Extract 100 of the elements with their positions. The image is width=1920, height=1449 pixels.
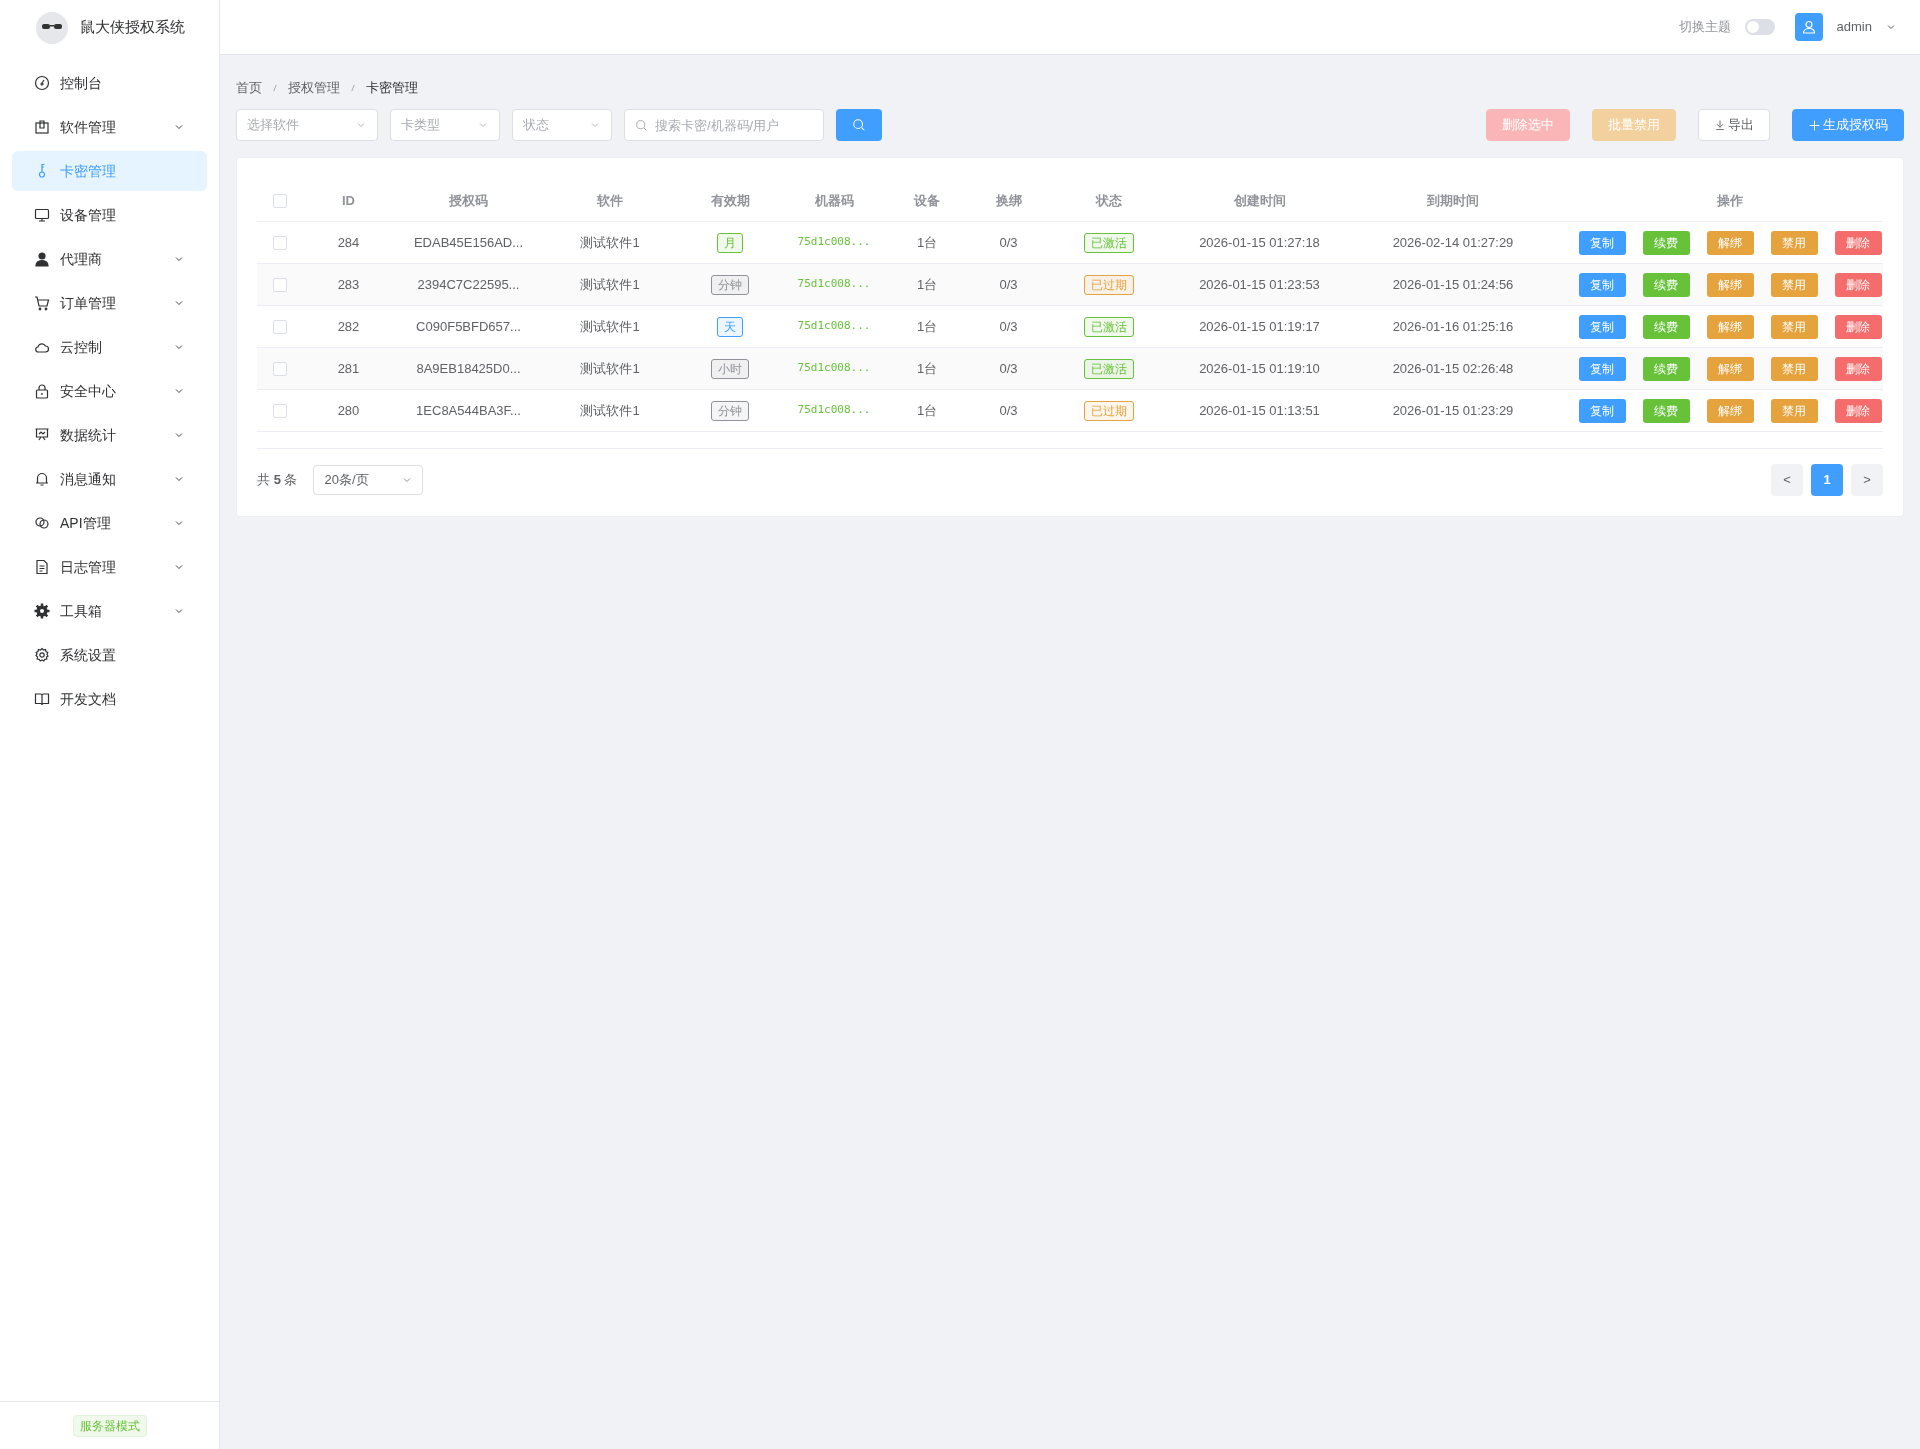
column-header: 操作: [1717, 191, 1743, 210]
status-tag: 已激活: [1083, 316, 1134, 337]
breadcrumb-link[interactable]: 首页: [236, 78, 262, 98]
row-action-button[interactable]: 续费: [1642, 230, 1690, 255]
sidebar-item[interactable]: 开发文档: [12, 679, 207, 719]
column-header: 授权码: [449, 191, 488, 210]
row-action-button[interactable]: 复制: [1578, 398, 1626, 423]
linked-rings-icon: [34, 515, 50, 531]
sidebar-item[interactable]: 卡密管理: [12, 151, 207, 191]
select-field[interactable]: 卡类型: [390, 109, 500, 141]
table-cell-text: 1台: [916, 233, 938, 252]
checkbox[interactable]: [273, 361, 287, 376]
row-action-button[interactable]: 复制: [1578, 230, 1626, 255]
column-header: ID: [342, 191, 355, 210]
row-action-button[interactable]: 删除: [1834, 314, 1882, 339]
row-action-button[interactable]: 解绑: [1706, 230, 1754, 255]
column-header: 换绑: [995, 191, 1022, 210]
search-button[interactable]: [836, 109, 882, 141]
table-cell-text: 283: [337, 275, 360, 294]
table-cell-text: 280: [337, 401, 360, 420]
table-cell-text: 0/3: [999, 359, 1018, 378]
row-action-button[interactable]: 复制: [1578, 272, 1626, 297]
table-cell-text: 2394C7C22595...: [417, 275, 520, 294]
sidebar-item[interactable]: 安全中心: [12, 371, 207, 411]
row-action-button[interactable]: 续费: [1642, 356, 1690, 381]
table-cell: 75d1c008...: [797, 360, 871, 377]
generate-code-button[interactable]: 生成授权码: [1792, 109, 1904, 141]
row-action-button[interactable]: 删除: [1834, 398, 1882, 423]
row-action-button[interactable]: 禁用: [1770, 272, 1818, 297]
checkbox[interactable]: [273, 193, 287, 208]
checkbox[interactable]: [273, 235, 287, 250]
sidebar-item[interactable]: 设备管理: [12, 195, 207, 235]
table-cell-text: 测试软件1: [580, 401, 640, 420]
row-action-button[interactable]: 删除: [1834, 356, 1882, 381]
row-action-button[interactable]: 禁用: [1770, 398, 1818, 423]
sidebar-item[interactable]: 软件管理: [12, 107, 207, 147]
row-action-button[interactable]: 解绑: [1706, 356, 1754, 381]
table-cell-text: 1台: [916, 275, 938, 294]
status-tag: 已激活: [1083, 232, 1134, 253]
table-cell-text: 1EC8A544BA3F...: [416, 401, 521, 420]
theme-toggle[interactable]: [1744, 19, 1775, 35]
open-book-icon: [34, 691, 50, 707]
sidebar-item[interactable]: 数据统计: [12, 415, 207, 455]
row-action-button[interactable]: 复制: [1578, 356, 1626, 381]
period-tag: 天: [717, 316, 743, 337]
sidebar-item[interactable]: 代理商: [12, 239, 207, 279]
page-button[interactable]: 1: [1811, 464, 1843, 496]
sidebar-item[interactable]: 云控制: [12, 327, 207, 367]
table-cell-text: 2026-01-15 01:24:56: [1392, 275, 1514, 294]
table-cell-text: 测试软件1: [580, 359, 640, 378]
row-action-button[interactable]: 复制: [1578, 314, 1626, 339]
search-icon: [635, 119, 648, 132]
row-action-button[interactable]: 续费: [1642, 314, 1690, 339]
select-field[interactable]: 状态: [512, 109, 612, 141]
checkbox[interactable]: [273, 319, 287, 334]
row-action-button[interactable]: 禁用: [1770, 356, 1818, 381]
table-cell: 75d1c008...: [797, 234, 871, 251]
table-cell-text: 测试软件1: [580, 233, 640, 252]
prev-page-button[interactable]: <: [1771, 464, 1803, 496]
sidebar-item[interactable]: 系统设置: [12, 635, 207, 675]
row-action-button[interactable]: 删除: [1834, 230, 1882, 255]
settings-icon: [34, 647, 50, 663]
user-avatar-icon[interactable]: [1794, 13, 1823, 41]
search-field[interactable]: 搜索卡密/机器码/用户: [624, 109, 824, 141]
checkbox[interactable]: [273, 403, 287, 418]
sidebar-item[interactable]: 消息通知: [12, 459, 207, 499]
column-header: 创建时间: [1233, 191, 1286, 210]
row-action-button[interactable]: 续费: [1642, 272, 1690, 297]
row-action-button[interactable]: 解绑: [1706, 272, 1754, 297]
document-icon: [34, 559, 50, 575]
sidebar-item[interactable]: 订单管理: [12, 283, 207, 323]
page-size-select[interactable]: 20条/页: [313, 465, 424, 495]
row-action-button[interactable]: 删除: [1834, 272, 1882, 297]
row-action-button[interactable]: 禁用: [1770, 230, 1818, 255]
export-button[interactable]: 导出: [1698, 109, 1770, 141]
table-cell: 75d1c008...: [797, 402, 871, 419]
row-action-button[interactable]: 解绑: [1706, 314, 1754, 339]
theme-label: 切换主题: [1678, 18, 1731, 37]
chevron-down-icon[interactable]: [1886, 22, 1896, 32]
row-action-button[interactable]: 禁用: [1770, 314, 1818, 339]
sidebar-item[interactable]: 日志管理: [12, 547, 207, 587]
breadcrumb-link[interactable]: 卡密管理: [366, 78, 418, 98]
row-action-button[interactable]: 解绑: [1706, 398, 1754, 423]
period-tag: 分钟: [711, 274, 749, 295]
checkbox[interactable]: [273, 277, 287, 292]
sidebar-item[interactable]: 工具箱: [12, 591, 207, 631]
row-action-button[interactable]: 续费: [1642, 398, 1690, 423]
mode-badge: 服务器模式: [72, 1414, 147, 1437]
app-title: 鼠大侠授权系统: [80, 17, 185, 38]
sidebar-item[interactable]: API管理: [12, 503, 207, 543]
select-field[interactable]: 选择软件: [236, 109, 378, 141]
table-cell-text: C090F5BFD657...: [416, 317, 521, 336]
table-cell-text: 2026-01-16 01:25:16: [1392, 317, 1514, 336]
sidebar-item[interactable]: 控制台: [12, 63, 207, 103]
breadcrumb-link[interactable]: 授权管理: [288, 78, 340, 98]
user-name[interactable]: admin: [1836, 17, 1872, 37]
status-tag: 已激活: [1083, 358, 1134, 379]
column-header: 设备: [914, 191, 940, 210]
table-cell-text: 1台: [916, 359, 938, 378]
next-page-button[interactable]: >: [1851, 464, 1883, 496]
